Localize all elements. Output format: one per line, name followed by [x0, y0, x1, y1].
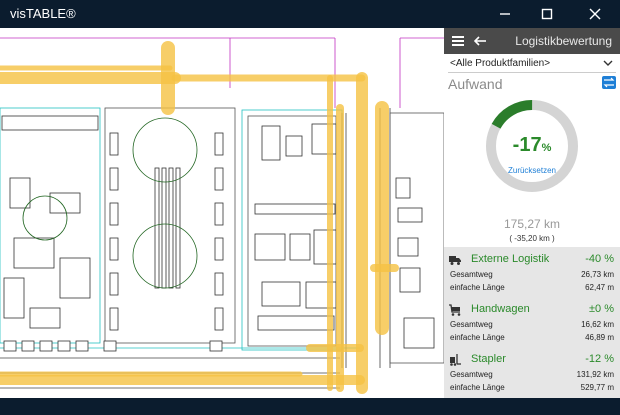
category-card-stapler[interactable]: Stapler -12 % Gesamtweg 131,92 km einfach… — [444, 350, 620, 398]
window-title: visTABLE® — [10, 6, 76, 21]
laenge-value: 529,77 m — [580, 383, 614, 392]
swap-icon[interactable] — [602, 76, 616, 89]
gesamtweg-value: 131,92 km — [576, 370, 614, 379]
category-list: Externe Logistik -40 % Gesamtweg 26,73 km… — [444, 247, 620, 398]
distance-delta: ( -35,20 km ) — [509, 234, 555, 243]
laenge-label: einfache Länge — [450, 383, 505, 392]
category-name: Externe Logistik — [471, 253, 550, 265]
category-name: Stapler — [471, 353, 506, 365]
gesamtweg-value: 16,62 km — [581, 320, 614, 329]
laenge-value: 62,47 m — [585, 283, 614, 292]
gauge-percent: -17% — [482, 134, 582, 157]
gesamtweg-label: Gesamtweg — [450, 270, 493, 279]
handcart-icon — [449, 304, 461, 316]
gauge-percent-unit: % — [541, 142, 552, 154]
total-distance: 175,27 km — [503, 217, 561, 231]
category-card-handwagen[interactable]: Handwagen ±0 % Gesamtweg 16,62 km einfach… — [444, 300, 620, 350]
category-percent: -12 % — [585, 353, 614, 365]
minimize-icon[interactable] — [482, 0, 528, 28]
gesamtweg-label: Gesamtweg — [450, 320, 493, 329]
product-family-value: <Alle Produktfamilien> — [450, 58, 551, 69]
close-icon[interactable] — [572, 0, 618, 28]
back-arrow-icon[interactable] — [468, 28, 492, 54]
section-title: Aufwand — [448, 76, 503, 92]
gauge-percent-value: -17 — [512, 134, 542, 156]
panel-title: Logistikbewertung — [515, 34, 612, 48]
maximize-icon[interactable] — [524, 0, 570, 28]
category-percent: -40 % — [585, 253, 614, 265]
laenge-label: einfache Länge — [450, 283, 505, 292]
title-bar: visTABLE® — [0, 0, 620, 28]
factory-floor-plan — [0, 37, 444, 394]
hamburger-menu-icon[interactable] — [446, 28, 470, 54]
layout-canvas[interactable] — [0, 28, 444, 398]
panel-header: Logistikbewertung — [444, 28, 620, 54]
truck-icon — [449, 256, 461, 265]
category-name: Handwagen — [471, 303, 530, 315]
laenge-label: einfache Länge — [450, 333, 505, 342]
laenge-value: 46,89 m — [585, 333, 614, 342]
category-card-externe-logistik[interactable]: Externe Logistik -40 % Gesamtweg 26,73 km… — [444, 250, 620, 300]
reset-link[interactable]: Zurücksetzen — [482, 166, 582, 175]
chevron-down-icon — [603, 60, 613, 66]
status-bar — [0, 398, 620, 415]
gesamtweg-value: 26,73 km — [581, 270, 614, 279]
gesamtweg-label: Gesamtweg — [450, 370, 493, 379]
product-family-select[interactable]: <Alle Produktfamilien> — [448, 56, 616, 73]
forklift-icon — [450, 354, 461, 366]
category-percent: ±0 % — [589, 303, 614, 315]
logistics-panel: Logistikbewertung <Alle Produktfamilien>… — [444, 28, 620, 398]
